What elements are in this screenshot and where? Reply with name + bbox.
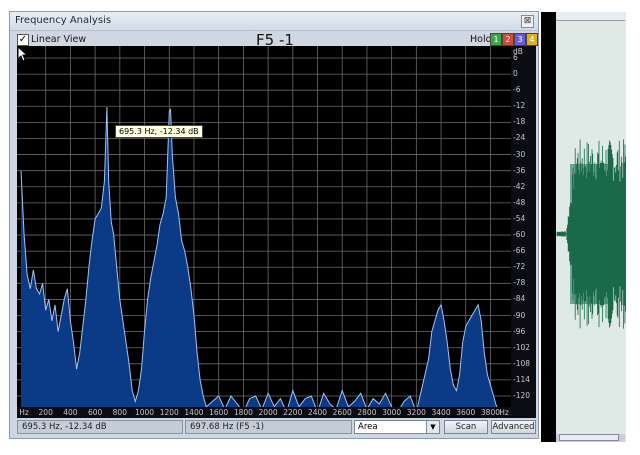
x-tick-label: 1200 (159, 408, 179, 417)
y-tick-label: -102 (513, 342, 531, 352)
linear-view-label[interactable]: Linear View (31, 34, 86, 45)
x-tick-label: 3800 (480, 408, 500, 417)
x-tick-label: 3600 (456, 408, 476, 417)
y-tick-label: -114 (513, 374, 531, 384)
x-tick-label: 2400 (307, 408, 328, 417)
y-tick-label: -66 (513, 246, 526, 256)
y-tick-label: -84 (513, 294, 526, 304)
waveform-body (570, 164, 612, 304)
hold-button-3[interactable]: 3 (514, 33, 526, 46)
x-tick-label: 200 (38, 408, 53, 417)
y-tick-label: -120 (513, 391, 531, 400)
y-tick-label: -18 (513, 117, 526, 127)
y-tick-label: -108 (513, 358, 531, 368)
x-tick-label: 1400 (184, 408, 204, 417)
x-tick-label: 1000 (134, 408, 155, 417)
close-icon[interactable]: ⊠ (521, 15, 534, 28)
hold-button-1[interactable]: 1 (490, 33, 502, 46)
advanced-button[interactable]: Advanced (491, 420, 536, 434)
y-tick-label: 0 (513, 69, 518, 79)
x-axis-labels: Hz Hz 200 400 600 800 1000 1200 1400 1600 1800 20… (17, 407, 511, 418)
y-tick-label: -72 (513, 262, 526, 272)
x-tick-label: 1600 (209, 408, 229, 417)
waveform-scroll-thumb[interactable] (559, 434, 619, 441)
scan-button[interactable]: Scan (444, 420, 488, 434)
y-tick-label: -60 (513, 230, 526, 240)
cursor-tooltip: 695.3 Hz, -12.34 dB (115, 125, 203, 138)
waveform-left-strip (541, 12, 556, 442)
y-tick-label: -36 (513, 165, 526, 175)
x-tick-label: 3200 (406, 408, 426, 417)
x-axis-unit-right: Hz (499, 408, 509, 417)
y-tick-label: -24 (513, 133, 526, 143)
display-mode-value: Area (358, 422, 378, 432)
y-tick-label: -90 (513, 310, 526, 320)
mouse-cursor-icon (17, 46, 29, 62)
x-axis-unit: Hz (19, 408, 29, 417)
x-tick-label: 3000 (382, 408, 402, 417)
peak-readout: 697.68 Hz (F5 -1) (185, 420, 352, 434)
x-tick-label: 2800 (357, 408, 377, 417)
y-tick-label: 6 (513, 53, 518, 62)
hold-button-4[interactable]: 4 (526, 33, 538, 46)
x-tick-label: 1800 (233, 408, 253, 417)
window-title: Frequency Analysis (15, 15, 112, 26)
spectrum-area (21, 107, 509, 407)
y-tick-label: -30 (513, 149, 526, 159)
y-tick-label: -48 (513, 197, 526, 207)
y-tick-label: -42 (513, 181, 526, 191)
hold-button-2[interactable]: 2 (502, 33, 514, 46)
y-tick-label: -6 (513, 85, 521, 95)
y-tick-label: -78 (513, 278, 526, 288)
spectrum-svg[interactable] (17, 46, 511, 407)
hold-label: Hold (470, 34, 492, 45)
x-tick-label: 2000 (258, 408, 278, 417)
display-mode-select[interactable]: Area ▼ (354, 420, 440, 434)
linear-view-checkbox[interactable]: ✓ (17, 34, 29, 46)
y-tick-label: -12 (513, 101, 526, 111)
waveform-ruler (556, 12, 625, 21)
frequency-analysis-window: Frequency Analysis ⊠ ✓ Linear View F5 -1… (9, 11, 539, 439)
x-tick-label: 400 (63, 408, 78, 417)
cursor-readout: 695.3 Hz, -12.34 dB (17, 420, 183, 434)
x-tick-label: 3400 (431, 408, 451, 417)
x-tick-label: 2200 (283, 408, 303, 417)
x-tick-label: 800 (112, 408, 127, 417)
spectrum-plot[interactable]: dB 6 0 -6 -12 -18 -24 -30 -36 -42 -48 -54 -60 -66 -72… (17, 46, 536, 418)
x-tick-label: 600 (87, 408, 103, 417)
chevron-down-icon[interactable]: ▼ (426, 421, 439, 433)
x-tick-label: 2600 (332, 408, 352, 417)
y-tick-label: -96 (513, 326, 526, 336)
y-tick-label: -54 (513, 213, 526, 223)
y-axis-labels: dB 6 0 -6 -12 -18 -24 -30 -36 -42 -48 -54 -60 -66 -72… (511, 46, 536, 418)
title-bar[interactable]: Frequency Analysis ⊠ (10, 12, 538, 31)
